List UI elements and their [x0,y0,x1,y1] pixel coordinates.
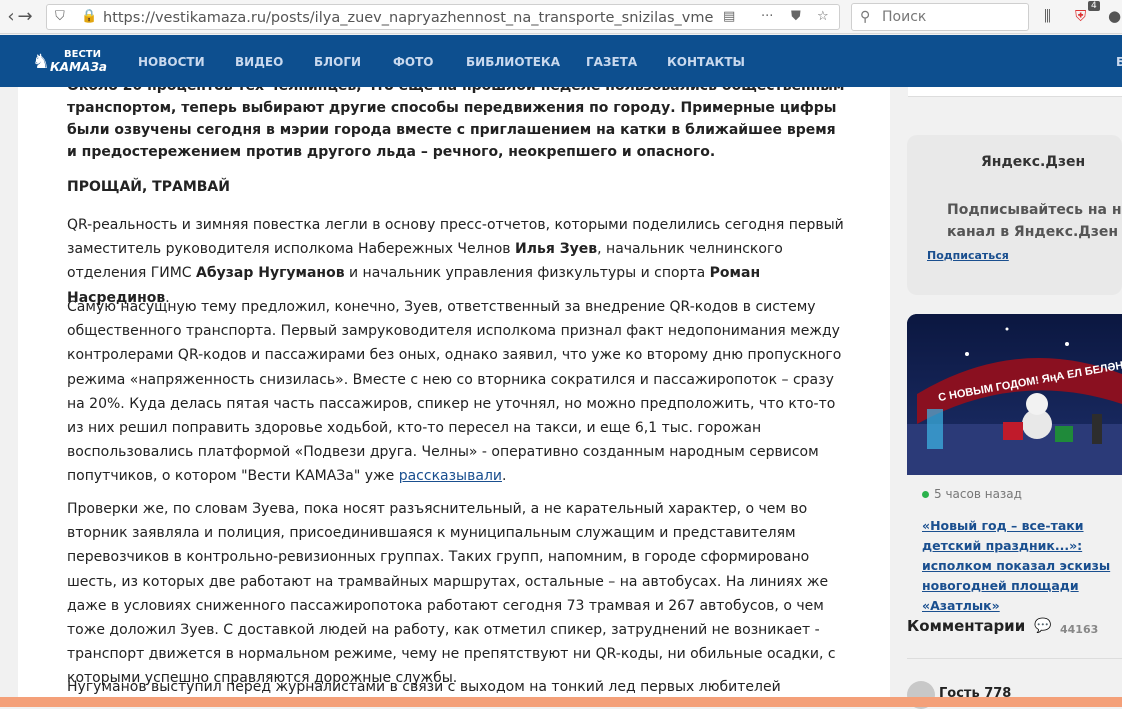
forward-icon[interactable]: → [14,6,36,28]
article-lede: Около 20 процентов тех челнинцев, что ещ… [67,87,844,160]
nav-more[interactable]: Б [1116,55,1122,69]
fresh-dot-icon [922,491,929,498]
search-icon: ⚲ [860,9,871,25]
nav-news[interactable]: НОВОСТИ [138,55,205,69]
comments-heading: Комментарии [907,617,1026,635]
news-image[interactable]: С НОВЫМ ГОДОМ! ЯңА ЕЛ БЕЛӘН [907,314,1122,475]
library-icon[interactable]: ⫼ [1044,7,1051,25]
more-actions-icon[interactable]: ··· [761,8,773,26]
bookmark-star-icon[interactable]: ☆ [817,8,829,26]
article-link[interactable]: рассказывали [399,468,502,484]
nav-newspaper[interactable]: ГАЗЕТА [586,55,637,69]
nav-photo[interactable]: ФОТО [393,55,434,69]
extension-icon[interactable]: ● [1108,7,1121,25]
notification-badge: 4 [1088,1,1100,11]
comment-bubble-icon: 💬 [1034,618,1052,634]
site-header: ♞ ВЕСТИ КАМАЗа НОВОСТИ ВИДЕО БЛОГИ ФОТО … [0,35,1122,87]
reader-view-icon[interactable]: ▤ [723,8,735,26]
news-title-link[interactable]: «Новый год – все-таки детский праздник..… [922,516,1122,616]
nav-video[interactable]: ВИДЕО [235,55,283,69]
dzen-description: Подписывайтесь на наш канал в Яндекс.Дзе… [947,202,1122,240]
paragraph-3: Проверки же, по словам Зуева, пока носят… [67,501,836,687]
news-meta: 5 часов назад [922,487,1022,501]
p1-text-c: и начальник управления физкультуры и спо… [344,265,710,282]
dzen-title: Яндекс.Дзен [981,154,1086,170]
lock-icon[interactable]: 🔒 [81,8,97,26]
search-input[interactable]: ⚲ Поиск [851,3,1029,31]
person-zuev: Илья Зуев [515,241,598,258]
address-bar[interactable]: ⛉ 🔒 https://vestikamaza.ru/posts/ilya_zu… [46,4,840,30]
bottom-bar [0,697,1122,707]
comments-count: 44163 [1060,623,1099,636]
nav-contacts[interactable]: КОНТАКТЫ [667,55,745,69]
nav-blogs[interactable]: БЛОГИ [314,55,361,69]
news-image-art: С НОВЫМ ГОДОМ! ЯңА ЕЛ БЕЛӘН [907,314,1122,475]
nav-library[interactable]: БИБЛИОТЕКА [466,55,560,69]
p2-text-a: Самую насущную тему предложил, конечно, … [67,299,842,485]
p2-text-b: . [502,468,507,485]
dzen-widget: Яндекс.Дзен Подписывайтесь на наш канал … [907,135,1122,295]
article-body: Около 20 процентов тех челнинцев, что ещ… [18,87,890,707]
shield-icon[interactable]: ⛉ [55,8,65,26]
divider [907,658,1122,659]
addon-icon[interactable]: ⛨ [1075,7,1086,25]
browser-toolbar: ‹ → ⛉ 🔒 https://vestikamaza.ru/posts/ily… [0,0,1122,34]
section-heading: ПРОЩАЙ, ТРАМВАЙ [67,179,230,195]
person-nugumanov: Абузар Нугуманов [196,265,345,282]
pocket-icon[interactable]: ⛊ [791,8,801,26]
dzen-subscribe-link[interactable]: Подписаться [927,249,1009,262]
paragraph-2: Самую насущную тему предложил, конечно, … [67,295,847,489]
news-time: 5 часов назад [934,487,1022,501]
search-placeholder: Поиск [882,9,927,25]
sidebar-top-block [908,87,1122,97]
url-text[interactable]: https://vestikamaza.ru/posts/ilya_zuev_n… [103,9,713,27]
